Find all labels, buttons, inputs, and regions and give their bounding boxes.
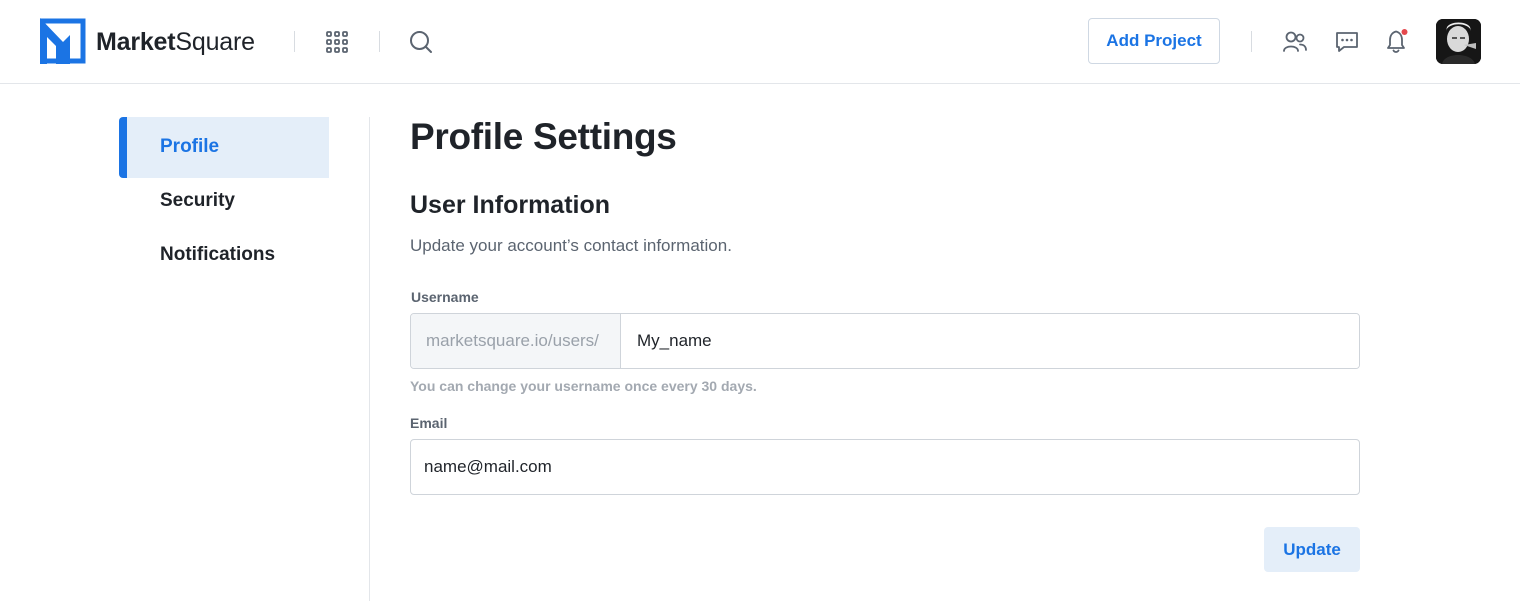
user-avatar[interactable]: [1436, 19, 1481, 64]
sidebar-item-security[interactable]: Security: [119, 171, 329, 232]
header-divider: [294, 31, 295, 52]
sidebar-item-label: Notifications: [160, 244, 276, 265]
section-description: Update your account’s contact informatio…: [410, 236, 732, 255]
settings-sidebar: Profile Security Notifications: [119, 117, 329, 279]
users-icon[interactable]: [1283, 31, 1307, 53]
chat-icon[interactable]: [1335, 30, 1359, 54]
username-field-group: marketsquare.io/users/: [410, 313, 1360, 369]
header-divider: [1251, 31, 1252, 52]
sidebar-item-label: Security: [160, 190, 235, 211]
marketsquare-logo-icon[interactable]: [40, 18, 86, 64]
username-input[interactable]: [621, 314, 1359, 368]
username-prefix: marketsquare.io/users/: [411, 314, 621, 368]
page-title: Profile Settings: [410, 116, 677, 157]
sidebar-divider: [369, 117, 370, 601]
brand-name-part2: Square: [175, 28, 255, 56]
search-icon[interactable]: [409, 30, 433, 54]
brand-name[interactable]: MarketSquare: [96, 27, 255, 57]
sidebar-item-profile[interactable]: Profile: [119, 117, 329, 178]
email-input[interactable]: [410, 439, 1360, 495]
add-project-button[interactable]: Add Project: [1088, 18, 1220, 64]
username-label: Username: [411, 289, 479, 305]
username-help-text: You can change your username once every …: [410, 378, 757, 394]
sidebar-item-notifications[interactable]: Notifications: [119, 225, 329, 286]
header-divider: [379, 31, 380, 52]
top-navbar: MarketSquare Add Project: [0, 0, 1520, 84]
apps-grid-icon[interactable]: [326, 31, 348, 53]
section-title: User Information: [410, 191, 611, 219]
update-button[interactable]: Update: [1264, 527, 1360, 572]
email-label: Email: [410, 415, 448, 431]
brand-name-part1: Market: [96, 28, 176, 56]
bell-icon[interactable]: [1385, 28, 1411, 54]
sidebar-item-label: Profile: [160, 136, 220, 157]
notification-dot: [1401, 29, 1408, 35]
